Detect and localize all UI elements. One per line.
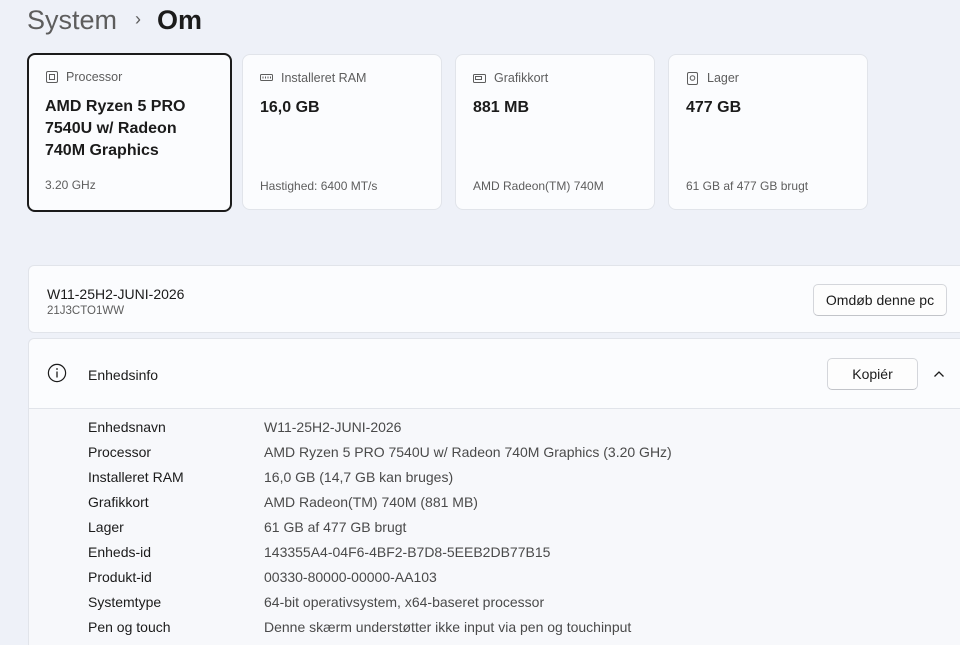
storage-icon xyxy=(686,71,699,85)
processor-card[interactable]: Processor AMD Ryzen 5 PRO 7540U w/ Radeo… xyxy=(27,53,232,212)
card-label: Lager xyxy=(707,71,739,85)
spec-row: Produkt-id 00330-80000-00000-AA103 xyxy=(88,569,437,589)
spec-row: Processor AMD Ryzen 5 PRO 7540U w/ Radeo… xyxy=(88,444,672,464)
card-value: 16,0 GB xyxy=(260,99,320,116)
spec-value: Denne skærm understøtter ikke input via … xyxy=(264,619,632,635)
spec-value: 143355A4-04F6-4BF2-B7D8-5EEB2DB77B15 xyxy=(264,544,551,560)
storage-card[interactable]: Lager 477 GB 61 GB af 477 GB brugt xyxy=(668,54,868,210)
rename-pc-button[interactable]: Omdøb denne pc xyxy=(813,284,947,316)
card-header: Processor xyxy=(45,70,122,84)
breadcrumb-separator: › xyxy=(135,8,142,29)
spec-value: AMD Ryzen 5 PRO 7540U w/ Radeon 740M Gra… xyxy=(264,444,672,460)
info-icon xyxy=(47,363,67,383)
spec-row: Pen og touch Denne skærm understøtter ik… xyxy=(88,619,631,639)
spec-label: Enheds-id xyxy=(88,544,152,560)
graphics-card[interactable]: Grafikkort 881 MB AMD Radeon(TM) 740M xyxy=(455,54,655,210)
spec-label: Processor xyxy=(88,444,152,460)
card-value: 477 GB xyxy=(686,99,742,116)
card-subtext: AMD Radeon(TM) 740M xyxy=(473,179,604,193)
spec-value: 00330-80000-00000-AA103 xyxy=(264,569,437,585)
spec-row: Enhedsnavn W11-25H2-JUNI-2026 xyxy=(88,419,401,439)
breadcrumb-system-link[interactable]: System xyxy=(27,5,117,36)
card-header: Installeret RAM xyxy=(260,71,366,85)
card-label: Processor xyxy=(66,70,123,84)
spec-row: Enheds-id 143355A4-04F6-4BF2-B7D8-5EEB2D… xyxy=(88,544,550,564)
card-value: 881 MB xyxy=(473,99,530,116)
spec-row: Lager 61 GB af 477 GB brugt xyxy=(88,519,406,539)
card-subtext: Hastighed: 6400 MT/s xyxy=(260,179,378,193)
graphics-card-icon xyxy=(473,72,486,85)
card-subtext: 3.20 GHz xyxy=(45,178,96,192)
spec-label: Installeret RAM xyxy=(88,469,184,485)
device-info-title: Enhedsinfo xyxy=(88,367,159,383)
spec-value: 64-bit operativsystem, x64-baseret proce… xyxy=(264,594,545,610)
ram-card[interactable]: Installeret RAM 16,0 GB Hastighed: 6400 … xyxy=(242,54,442,210)
page-title: Om xyxy=(157,4,203,35)
spec-row: Installeret RAM 16,0 GB (14,7 GB kan bru… xyxy=(88,469,453,489)
processor-icon xyxy=(45,71,58,84)
spec-value: 16,0 GB (14,7 GB kan bruges) xyxy=(264,469,454,485)
spec-label: Grafikkort xyxy=(88,494,149,510)
spec-value: W11-25H2-JUNI-2026 xyxy=(264,419,402,435)
spec-value: AMD Radeon(TM) 740M (881 MB) xyxy=(264,494,478,510)
breadcrumb: System › Om xyxy=(27,2,202,38)
spec-value: 61 GB af 477 GB brugt xyxy=(264,519,407,535)
spec-label: Produkt-id xyxy=(88,569,152,585)
card-label: Grafikkort xyxy=(494,71,549,85)
spec-label: Pen og touch xyxy=(88,619,171,635)
device-name-panel: W11-25H2-JUNI-2026 21J3CTO1WW Omdøb denn… xyxy=(28,265,960,333)
spec-label: Lager xyxy=(88,519,124,535)
device-name: W11-25H2-JUNI-2026 xyxy=(47,286,185,302)
card-label: Installeret RAM xyxy=(281,71,367,85)
spec-row: Systemtype 64-bit operativsystem, x64-ba… xyxy=(88,594,544,614)
copy-button[interactable]: Kopiér xyxy=(827,358,918,390)
card-header: Grafikkort xyxy=(473,71,548,85)
card-header: Lager xyxy=(686,71,739,85)
card-subtext: 61 GB af 477 GB brugt xyxy=(686,179,809,193)
spec-label: Enhedsnavn xyxy=(88,419,166,435)
spec-label: Systemtype xyxy=(88,594,162,610)
device-model: 21J3CTO1WW xyxy=(47,305,125,317)
spec-row: Grafikkort AMD Radeon(TM) 740M (881 MB) xyxy=(88,494,478,514)
device-info-panel: Enhedsinfo Kopiér Enhedsnavn W11-25H2-JU… xyxy=(28,338,960,645)
device-info-header[interactable]: Enhedsinfo Kopiér xyxy=(29,339,960,409)
ram-icon xyxy=(260,72,273,85)
card-value: AMD Ryzen 5 PRO 7540U w/ Radeon 740M Gra… xyxy=(45,98,186,159)
chevron-up-icon[interactable] xyxy=(931,366,947,382)
